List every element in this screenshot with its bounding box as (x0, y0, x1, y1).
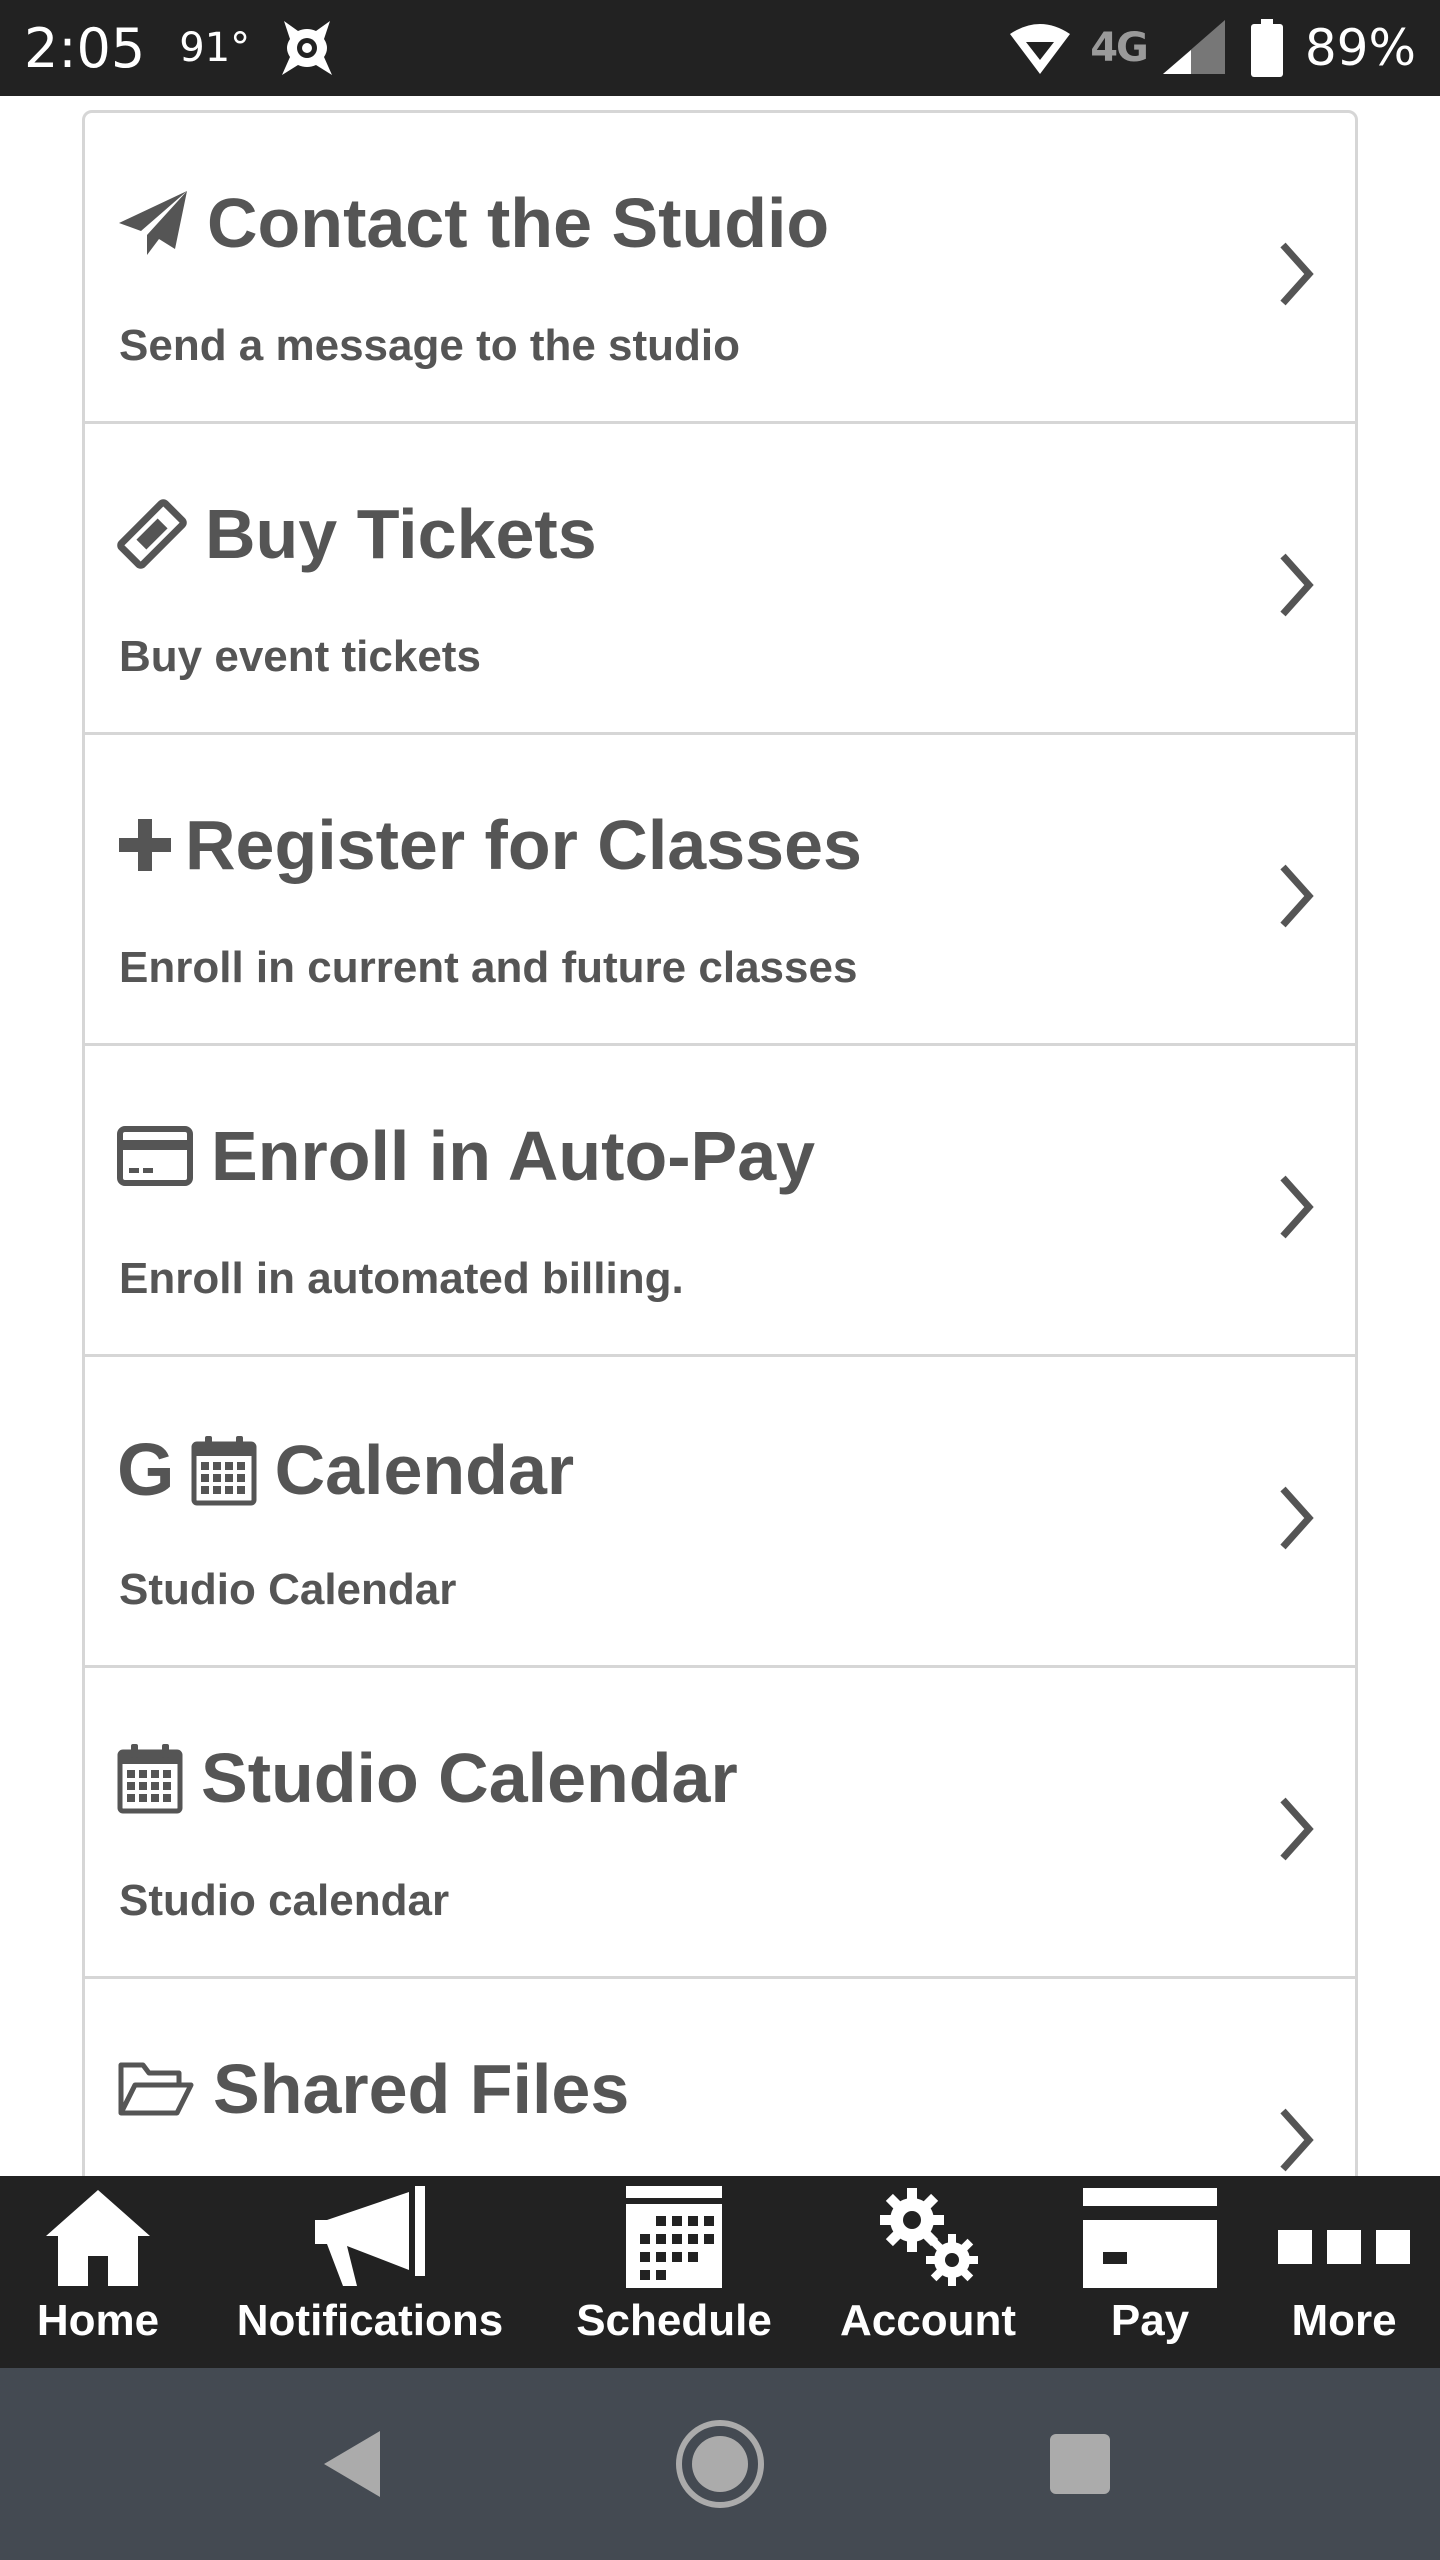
status-time: 2:05 (24, 16, 146, 80)
list-item-auto-pay[interactable]: Enroll in Auto-Pay Enroll in automated b… (85, 1046, 1355, 1357)
nav-label: Pay (1110, 2296, 1190, 2345)
calendar-icon (117, 1742, 183, 1814)
plus-icon (117, 817, 173, 873)
ticket-icon (117, 499, 187, 569)
nav-label: Account (840, 2296, 1016, 2345)
chevron-right-icon (1277, 1174, 1317, 1245)
chevron-right-icon (1277, 552, 1317, 623)
list-item-contact-studio[interactable]: Contact the Studio Send a message to the… (85, 113, 1355, 424)
list-item-title: Studio Calendar (201, 1739, 738, 1817)
chevron-right-icon (1277, 241, 1317, 312)
calendar-icon (191, 1434, 257, 1506)
chevron-right-icon (1277, 863, 1317, 934)
list-item-subtitle: Buy event tickets (119, 632, 481, 681)
list-item-buy-tickets[interactable]: Buy Tickets Buy event tickets (85, 424, 1355, 735)
paper-plane-icon (117, 189, 189, 257)
status-bar: 2:05 91° 4G 89% (0, 0, 1440, 96)
list-item-title-row: Buy Tickets (117, 494, 597, 574)
battery-percent: 89% (1304, 19, 1416, 77)
list-item-subtitle: Studio calendar (119, 1876, 450, 1925)
chevron-right-icon (1277, 2107, 1317, 2176)
card-icon (1083, 2176, 1217, 2296)
list-item-title: Shared Files (213, 2050, 630, 2128)
list-item-title-row: G Calendar (117, 1427, 574, 1512)
list-item-title-row: Contact the Studio (117, 183, 829, 263)
wifi-icon (1008, 20, 1072, 76)
home-icon (44, 2176, 152, 2296)
list-item-title: Calendar (274, 1430, 575, 1509)
credit-card-icon (117, 1126, 193, 1186)
list-item-shared-files[interactable]: Shared Files (85, 1979, 1355, 2176)
system-navigation-bar (0, 2368, 1440, 2560)
chevron-right-icon (1277, 1485, 1317, 1556)
status-temperature: 91° (179, 25, 251, 71)
list-item-title: Enroll in Auto-Pay (211, 1117, 816, 1195)
battery-icon (1250, 19, 1283, 77)
list-item-subtitle: Studio Calendar (119, 1565, 457, 1614)
status-icons: 4G 89% (1008, 19, 1416, 77)
nav-item-account[interactable]: Account (804, 2176, 1052, 2368)
folder-open-icon (117, 2059, 195, 2119)
main-content: Contact the Studio Send a message to the… (0, 96, 1440, 2176)
network-type: 4G (1090, 25, 1149, 71)
more-icon (1278, 2176, 1410, 2296)
list-item-title: Register for Classes (185, 806, 862, 884)
nav-label: Home (36, 2296, 160, 2345)
list-item-subtitle: Enroll in current and future classes (119, 943, 858, 992)
nav-item-more[interactable]: More (1248, 2176, 1440, 2368)
bottom-nav: Home Notifications Schedule Account Pay … (0, 2176, 1440, 2368)
home-circle-icon[interactable] (674, 2368, 766, 2560)
nav-label: Schedule (576, 2296, 772, 2345)
back-icon[interactable] (320, 2368, 384, 2560)
list-item-subtitle: Send a message to the studio (119, 321, 741, 370)
recents-icon[interactable] (1048, 2368, 1112, 2560)
chevron-right-icon (1277, 1796, 1317, 1867)
nav-item-notifications[interactable]: Notifications (196, 2176, 544, 2368)
list-item-title-row: Register for Classes (117, 805, 862, 885)
list-item-title-row: Shared Files (117, 2049, 629, 2129)
google-icon: G (117, 1428, 175, 1511)
list-item-subtitle: Enroll in automated billing. (119, 1254, 684, 1303)
nav-label: Notifications (236, 2296, 504, 2345)
signal-icon (1161, 20, 1227, 76)
notification-app-icon (276, 17, 338, 79)
nav-item-pay[interactable]: Pay (1052, 2176, 1248, 2368)
list-item-title-row: Enroll in Auto-Pay (117, 1116, 815, 1196)
nav-item-home[interactable]: Home (0, 2176, 196, 2368)
list-item-google-calendar[interactable]: G Calendar Studio Calendar (85, 1357, 1355, 1668)
list-item-title-row: Studio Calendar (117, 1738, 738, 1818)
nav-label: More (1291, 2296, 1397, 2345)
list-item-title: Contact the Studio (207, 184, 830, 262)
gears-icon (876, 2176, 980, 2296)
list-item-register-classes[interactable]: Register for Classes Enroll in current a… (85, 735, 1355, 1046)
list-item-title: Buy Tickets (205, 495, 597, 573)
list-item-studio-calendar[interactable]: Studio Calendar Studio calendar (85, 1668, 1355, 1979)
menu-list: Contact the Studio Send a message to the… (82, 110, 1358, 2176)
nav-item-schedule[interactable]: Schedule (544, 2176, 804, 2368)
megaphone-icon (313, 2176, 427, 2296)
schedule-icon (626, 2176, 722, 2296)
